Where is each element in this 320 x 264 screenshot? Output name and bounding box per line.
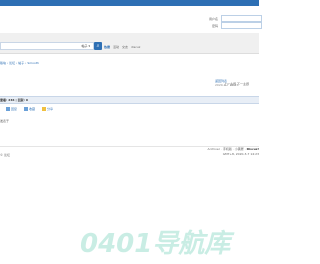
thread-meta-right: 返回列表 2020-3-7 14:23 (215, 79, 238, 87)
header: 用户名 密码 (0, 6, 262, 34)
hot-search-link-1[interactable]: 活动 (113, 45, 119, 49)
search-button[interactable]: ⌕ (94, 42, 102, 50)
search-input[interactable]: 帖子 ▾ (0, 42, 94, 50)
password-input[interactable] (220, 22, 262, 29)
post-actions: 回复 收藏 分享 (6, 107, 59, 111)
thread-header: 查看: 246 | 回复: 0 (0, 96, 259, 104)
footer-link-mobile[interactable]: 手机版 (223, 147, 232, 151)
username-label: 用户名 (208, 16, 218, 21)
thread-date: 2020-3-7 14:23 (215, 83, 239, 87)
footer-link-discuz[interactable]: Discuz! (247, 147, 259, 151)
username-input[interactable] (220, 15, 262, 22)
share-action[interactable]: 分享 (41, 107, 53, 111)
username-row: 用户名 (198, 15, 262, 22)
breadcrumb[interactable]: 版块 › 论坛 › 帖子 › Smooth (0, 61, 39, 65)
share-icon (41, 107, 46, 111)
hot-search-links: 热搜 活动 交友 discuz (104, 45, 142, 49)
footer-link-blackroom[interactable]: 小黑屋 (235, 147, 244, 151)
footer-links: Archiver · 手机版 · 小黑屋 · Discuz! GMT+8, 20… (206, 147, 259, 157)
search-nav-bar: 帖子 ▾ ⌕ 热搜 活动 交友 discuz (0, 33, 259, 54)
password-label: 密码 (211, 23, 218, 28)
post-meta: 发表于 (0, 119, 10, 123)
footer-copyright: © 论坛 (0, 153, 10, 157)
search-icon: ⌕ (96, 43, 100, 49)
hot-search-link-3[interactable]: discuz (131, 45, 140, 49)
reply-action[interactable]: 回复 (6, 107, 17, 111)
watermark-logo: 0401导航库 (80, 229, 235, 256)
watermark-text: 0401导航库 (80, 229, 235, 256)
hot-search-link-2[interactable]: 交友 (122, 45, 128, 49)
reply-icon (6, 107, 10, 111)
hot-search-label: 热搜 (104, 45, 111, 49)
search-type-dropdown[interactable]: 帖子 ▾ (82, 44, 90, 48)
star-icon (23, 107, 28, 111)
favorite-action[interactable]: 收藏 (23, 107, 35, 111)
password-row: 密码 (198, 22, 262, 29)
footer-link-archiver[interactable]: Archiver (208, 147, 220, 151)
footer-time: GMT+8, 2020-3-7 14:23 (222, 152, 259, 156)
thread-stats: 查看: 246 | 回复: 0 (0, 98, 29, 102)
